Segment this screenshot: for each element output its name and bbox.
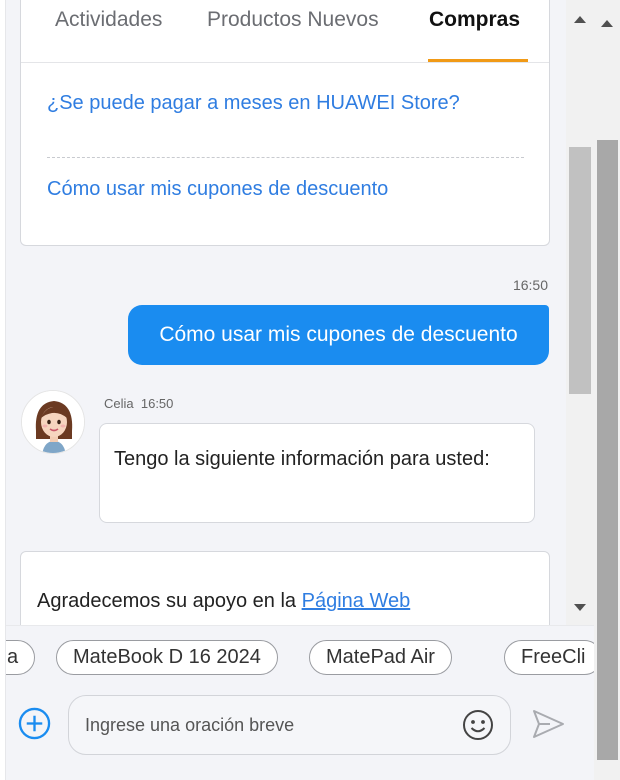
faq-tab-bar: Actividades Productos Nuevos Compras	[21, 0, 549, 63]
user-message-time: 16:50	[512, 277, 548, 293]
faq-card: Actividades Productos Nuevos Compras ¿Se…	[20, 0, 550, 246]
agent-name: Celia	[104, 396, 134, 411]
info-text: Agradecemos su apoyo en la Página Web	[37, 590, 410, 613]
tab-actividades[interactable]: Actividades	[55, 8, 162, 32]
message-input-box	[68, 695, 511, 755]
info-card: Agradecemos su apoyo en la Página Web	[20, 551, 550, 625]
tab-productos-nuevos[interactable]: Productos Nuevos	[207, 8, 379, 32]
window-scrollbar-thumb[interactable]	[597, 140, 618, 760]
faq-link-cupones[interactable]: Cómo usar mis cupones de descuento	[47, 176, 467, 202]
send-icon[interactable]	[530, 707, 566, 741]
info-text-body: Agradecemos su apoyo en la	[37, 590, 302, 612]
chat-scrollbar[interactable]	[566, 0, 594, 625]
agent-avatar	[21, 390, 85, 454]
agent-message-time: 16:50	[140, 396, 174, 411]
chip-freeclip[interactable]: FreeCli	[504, 640, 594, 675]
chat-message-area[interactable]: Actividades Productos Nuevos Compras ¿Se…	[6, 0, 566, 625]
chip-partial[interactable]: a	[6, 640, 36, 675]
active-tab-indicator	[428, 59, 528, 62]
plus-circle-icon[interactable]	[18, 707, 51, 740]
chip-matepad-air[interactable]: MatePad Air	[309, 640, 452, 675]
agent-avatar-icon	[22, 391, 84, 453]
faq-divider	[47, 157, 524, 158]
pagina-web-link[interactable]: Página Web	[302, 590, 411, 612]
message-composer	[6, 687, 594, 780]
faq-link-pago-meses[interactable]: ¿Se puede pagar a meses en HUAWEI Store?	[47, 90, 467, 116]
agent-message-bubble: Tengo la siguiente información para uste…	[99, 423, 535, 523]
scroll-down-arrow-icon[interactable]	[574, 604, 586, 611]
window-scrollbar[interactable]	[594, 0, 620, 780]
chat-scrollbar-thumb[interactable]	[569, 147, 591, 394]
scroll-up-arrow-icon[interactable]	[574, 16, 586, 23]
quick-reply-chips: a MateBook D 16 2024 MatePad Air FreeCli	[6, 625, 594, 687]
agent-meta: Celia 16:50	[104, 396, 173, 411]
window-scroll-up-arrow-icon[interactable]	[601, 20, 613, 27]
smiley-icon[interactable]	[461, 708, 495, 742]
user-message-bubble: Cómo usar mis cupones de descuento	[128, 305, 549, 365]
message-input[interactable]	[85, 710, 445, 740]
chip-matebook-d16[interactable]: MateBook D 16 2024	[56, 640, 278, 675]
tab-compras[interactable]: Compras	[429, 8, 520, 32]
